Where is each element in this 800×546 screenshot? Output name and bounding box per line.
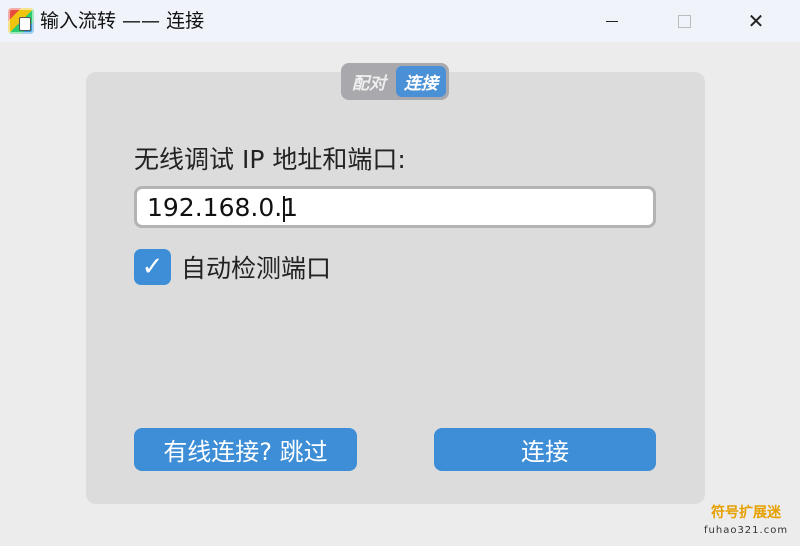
ip-label: 无线调试 IP 地址和端口:: [134, 145, 406, 174]
auto-detect-checkbox[interactable]: ✓: [134, 249, 171, 285]
close-button[interactable]: ✕: [728, 0, 784, 42]
ip-address-input[interactable]: [134, 186, 656, 228]
watermark-title: 符号扩展迷: [711, 505, 782, 521]
close-icon: ✕: [747, 9, 765, 33]
tab-connect[interactable]: 连接: [396, 66, 446, 97]
maximize-icon: [677, 14, 691, 28]
minimize-icon: [606, 20, 618, 22]
connect-button[interactable]: 连接: [434, 428, 656, 471]
window-title: 输入流转 —— 连接: [40, 10, 205, 32]
app-icon: [8, 8, 34, 34]
auto-detect-row[interactable]: ✓ 自动检测端口: [134, 249, 331, 285]
auto-detect-label[interactable]: 自动检测端口: [181, 249, 331, 285]
mode-segmented-control: 配对 连接: [341, 63, 449, 100]
minimize-button[interactable]: [584, 0, 640, 42]
maximize-button[interactable]: [656, 0, 712, 42]
title-bar: 输入流转 —— 连接 ✕: [0, 0, 800, 42]
text-caret: [283, 196, 285, 222]
wired-skip-button[interactable]: 有线连接? 跳过: [134, 428, 357, 471]
watermark-subtitle: fuhao321.com: [704, 525, 789, 536]
tab-pair[interactable]: 配对: [344, 66, 394, 97]
watermark: 符号扩展迷 fuhao321.com: [704, 505, 788, 539]
checkmark-icon: ✓: [141, 252, 164, 282]
